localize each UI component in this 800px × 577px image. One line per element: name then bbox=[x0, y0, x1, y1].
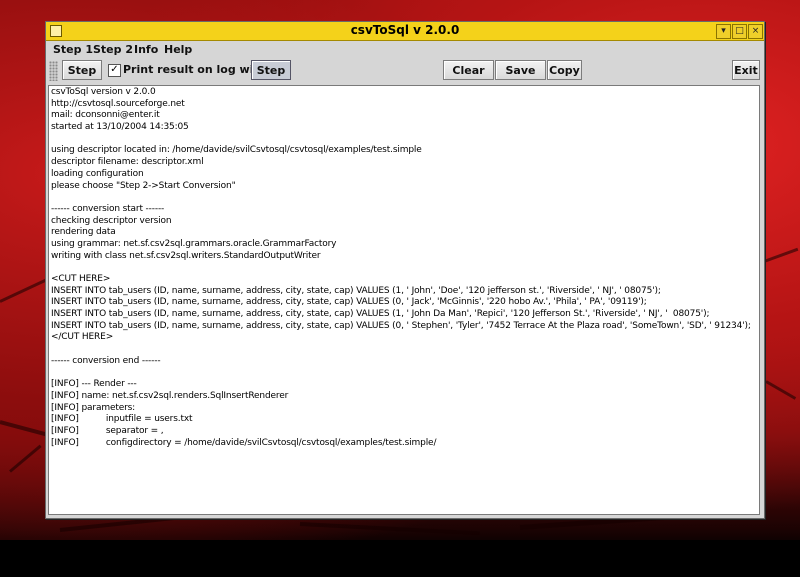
wallpaper-streak bbox=[9, 444, 42, 473]
wallpaper-streak bbox=[0, 420, 49, 437]
log-line: [INFO] configdirectory = /home/davide/sv… bbox=[51, 437, 437, 448]
menu-bar: Step 1 Step 2 Info Help bbox=[46, 41, 764, 58]
log-line: [INFO] --- Render --- bbox=[51, 379, 137, 390]
toolbar: Step 1 ✓ Print result on log window Step… bbox=[46, 58, 764, 96]
minimize-button[interactable]: ▾ bbox=[716, 24, 731, 39]
log-line: http://csvtosql.sourceforge.net bbox=[51, 98, 185, 109]
log-line: csvToSql version v 2.0.0 bbox=[51, 87, 156, 97]
log-line: checking descriptor version bbox=[51, 215, 172, 226]
maximize-button[interactable]: □ bbox=[732, 24, 747, 39]
log-line: [INFO] separator = , bbox=[51, 425, 164, 436]
log-line: mail: dconsonni@enter.it bbox=[51, 110, 160, 121]
log-line: INSERT INTO tab_users (ID, name, surname… bbox=[51, 320, 751, 331]
log-line: using descriptor located in: /home/david… bbox=[51, 145, 422, 156]
log-line: </CUT HERE> bbox=[51, 332, 114, 343]
menu-help[interactable]: Help bbox=[164, 43, 192, 56]
menu-step2[interactable]: Step 2 bbox=[93, 43, 133, 56]
save-log-button[interactable]: Save Log bbox=[495, 60, 546, 96]
exit-button[interactable]: Exit bbox=[732, 60, 760, 80]
clear-log-button[interactable]: Clear log bbox=[443, 60, 494, 96]
log-line: using grammar: net.sf.csv2sql.grammars.o… bbox=[51, 238, 337, 249]
copy-button[interactable]: Copy bbox=[547, 60, 582, 80]
log-line: [INFO] parameters: bbox=[51, 402, 136, 413]
window-title: csvToSql v 2.0.0 bbox=[350, 23, 460, 37]
title-bar[interactable]: csvToSql v 2.0.0 ▾ □ × bbox=[46, 22, 764, 41]
menu-info[interactable]: Info bbox=[134, 43, 158, 56]
log-line: descriptor filename: descriptor.xml bbox=[51, 157, 204, 168]
log-text-area[interactable]: csvToSql version v 2.0.0 http://csvtosql.… bbox=[48, 85, 760, 515]
menu-step1[interactable]: Step 1 bbox=[53, 43, 93, 56]
close-button[interactable]: × bbox=[748, 24, 763, 39]
wallpaper-streak bbox=[765, 380, 797, 400]
log-line: writing with class net.sf.csv2sql.writer… bbox=[51, 250, 321, 261]
log-line: ------ conversion start ------ bbox=[51, 203, 165, 214]
wallpaper-streak bbox=[299, 522, 480, 536]
checkbox-box[interactable]: ✓ bbox=[108, 64, 121, 77]
desktop-bottom-band bbox=[0, 540, 800, 577]
log-line: INSERT INTO tab_users (ID, name, surname… bbox=[51, 297, 647, 308]
log-line: please choose "Step 2->Start Conversion" bbox=[51, 180, 236, 191]
log-line: <CUT HERE> bbox=[51, 274, 111, 284]
log-line: INSERT INTO tab_users (ID, name, surname… bbox=[51, 309, 710, 320]
log-line: [INFO] inputfile = users.txt bbox=[51, 414, 193, 425]
log-line: [INFO] name: net.sf.csv2sql.renders.SqlI… bbox=[51, 390, 289, 401]
log-line: INSERT INTO tab_users (ID, name, surname… bbox=[51, 285, 661, 296]
wallpaper-streak bbox=[763, 247, 799, 263]
step2-button[interactable]: Step 2 bbox=[251, 60, 291, 96]
app-window: csvToSql v 2.0.0 ▾ □ × Step 1 Step 2 Inf… bbox=[45, 21, 765, 519]
log-line: loading configuration bbox=[51, 168, 144, 179]
toolbar-grip[interactable] bbox=[49, 61, 58, 81]
step1-button[interactable]: Step 1 bbox=[62, 60, 102, 96]
log-line: rendering data bbox=[51, 227, 116, 238]
log-line: ------ conversion end ------ bbox=[51, 355, 161, 366]
log-line: started at 13/10/2004 14:35:05 bbox=[51, 122, 189, 133]
